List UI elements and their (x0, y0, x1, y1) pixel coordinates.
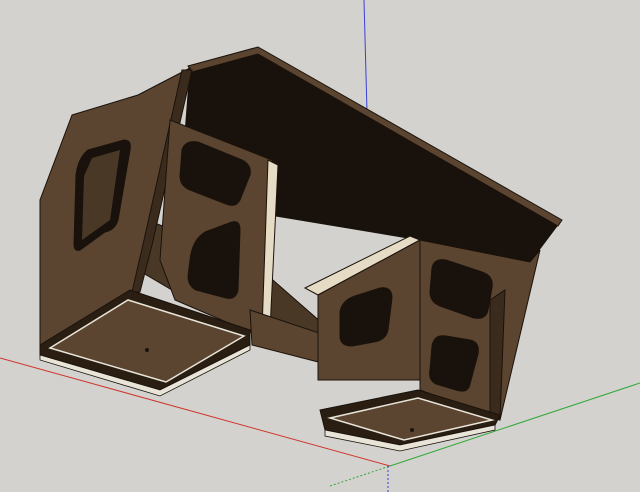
3d-viewport[interactable] (0, 0, 640, 492)
right-bottom-marker (410, 428, 414, 432)
left-bottom-marker (145, 348, 149, 352)
y-axis-dotted (329, 465, 391, 487)
z-axis (363, 0, 368, 113)
model-scene[interactable] (0, 0, 640, 492)
